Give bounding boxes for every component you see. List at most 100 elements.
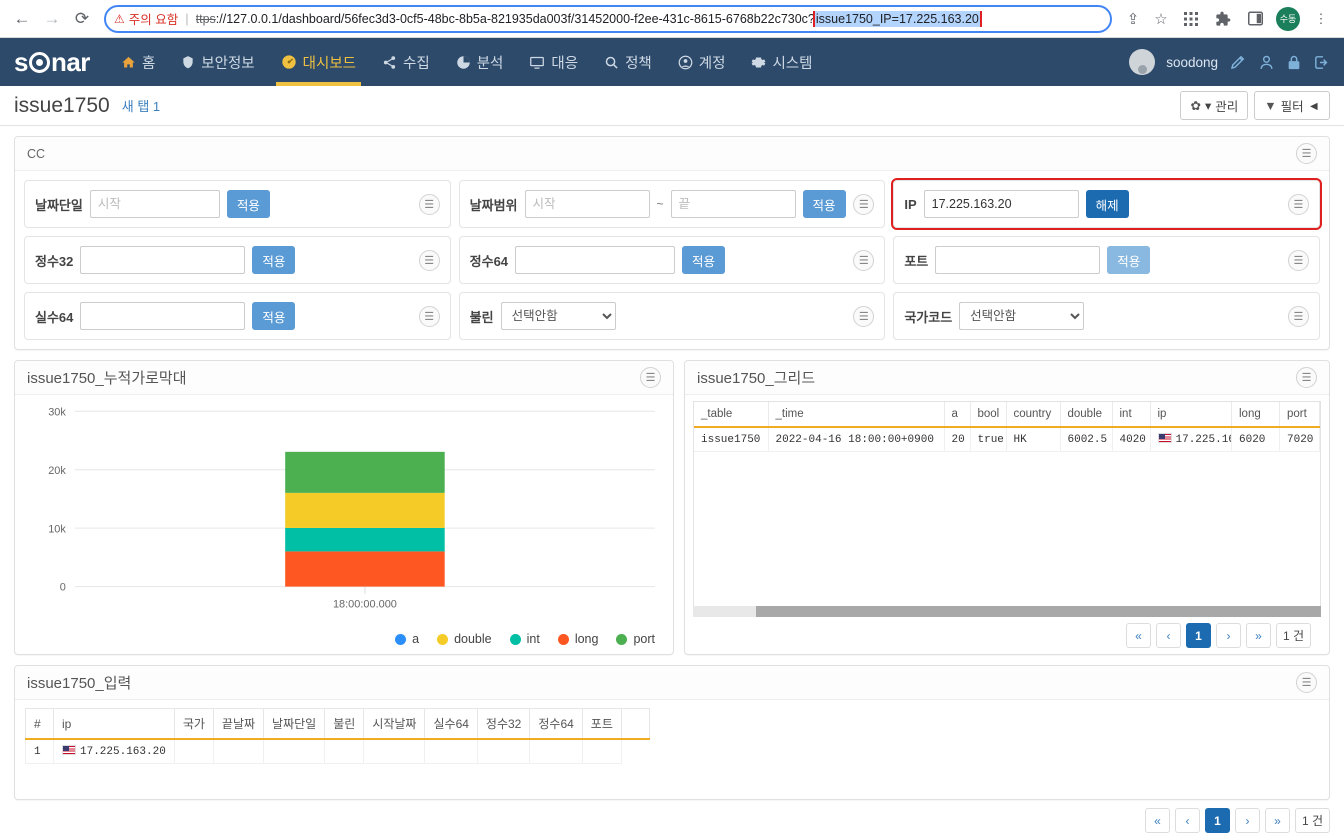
date-range-end-input[interactable] — [670, 190, 796, 218]
port-input[interactable] — [935, 246, 1101, 274]
column-header-불린[interactable]: 불린 — [324, 708, 365, 740]
int32-input[interactable] — [80, 246, 246, 274]
pager-last-button[interactable]: » — [1245, 623, 1271, 648]
column-header-long[interactable]: long — [1231, 402, 1280, 428]
nav-item-collection[interactable]: 수집 — [369, 38, 443, 86]
column-header-country[interactable]: country — [1006, 402, 1061, 428]
country-code-select[interactable]: 선택안함 — [959, 302, 1085, 330]
panel-menu-icon[interactable]: ☰ — [1296, 367, 1317, 388]
pager-next-button[interactable]: › — [1215, 623, 1241, 648]
manage-button[interactable]: ✿ ▾ 관리 — [1180, 91, 1249, 120]
nav-item-security-info[interactable]: 보안정보 — [168, 38, 267, 86]
float64-input[interactable] — [80, 302, 246, 330]
nav-item-system[interactable]: 시스템 — [738, 38, 825, 86]
nav-item-analysis[interactable]: 분석 — [443, 38, 517, 86]
column-header-bool[interactable]: bool — [970, 402, 1007, 428]
user-icon[interactable] — [1258, 54, 1275, 71]
column-header-#[interactable]: # — [25, 708, 54, 740]
column-header-ip[interactable]: ip — [53, 708, 175, 740]
bar-segment-double[interactable] — [285, 492, 445, 528]
pen-icon[interactable] — [1229, 53, 1247, 71]
legend-item-double[interactable]: double — [437, 632, 492, 646]
apps-grid-icon[interactable] — [1176, 4, 1206, 34]
dashboard-tab-1[interactable]: 새 탭 1 — [122, 96, 160, 115]
legend-item-long[interactable]: long — [557, 632, 598, 646]
column-header-정수32[interactable]: 정수32 — [476, 708, 531, 740]
cell-menu-icon[interactable]: ☰ — [1287, 193, 1309, 215]
ip-release-button[interactable]: 해제 — [1085, 190, 1129, 218]
column-header-double[interactable]: double — [1060, 402, 1113, 428]
pager-first-button[interactable]: « — [1125, 623, 1151, 648]
legend-item-port[interactable]: port — [616, 632, 655, 646]
cell-menu-icon[interactable]: ☰ — [1287, 305, 1309, 327]
panel-menu-icon[interactable]: ☰ — [1296, 143, 1317, 164]
url-text[interactable]: ttps://127.0.0.1/dashboard/56fec3d3-0cf5… — [196, 10, 1102, 27]
grid-scroll-area[interactable]: _table _time a bool country double int ip long po… — [693, 401, 1321, 606]
column-header-실수64[interactable]: 실수64 — [424, 708, 478, 740]
pager-page-1[interactable]: 1 — [1185, 623, 1211, 648]
avatar[interactable] — [1129, 49, 1156, 75]
column-header-ip[interactable]: ip — [1150, 402, 1232, 428]
extensions-puzzle-icon[interactable] — [1208, 4, 1238, 34]
nav-item-policy[interactable]: 정책 — [591, 38, 665, 86]
security-warning-text[interactable]: 주의 요함 — [129, 9, 178, 28]
share-icon[interactable]: ⇪ — [1120, 6, 1146, 32]
forward-icon[interactable]: → — [38, 5, 66, 33]
pager-page-1[interactable]: 1 — [1204, 808, 1230, 833]
legend-item-a[interactable]: a — [395, 632, 419, 646]
column-header-시작날짜[interactable]: 시작날짜 — [363, 708, 426, 740]
date-range-start-input[interactable] — [524, 190, 650, 218]
float64-apply-button[interactable]: 적용 — [252, 302, 296, 330]
bar-segment-long[interactable] — [285, 551, 445, 587]
cell-menu-icon[interactable]: ☰ — [1287, 249, 1309, 271]
back-icon[interactable]: ← — [8, 5, 36, 33]
pager-first-button[interactable]: « — [1144, 808, 1170, 833]
table-row[interactable]: issue1750 2022-04-16 18:00:00+0900 20 true H… — [694, 427, 1320, 452]
nav-item-home[interactable]: 홈 — [108, 38, 168, 86]
column-header-a[interactable]: a — [944, 402, 971, 428]
bar-segment-port[interactable] — [285, 451, 445, 493]
column-header-날짜단일[interactable]: 날짜단일 — [263, 708, 326, 740]
address-bar[interactable]: ⚠ 주의 요함 | ttps://127.0.0.1/dashboard/56f… — [104, 4, 1112, 33]
column-header-time[interactable]: _time — [768, 402, 945, 428]
int64-input[interactable] — [515, 246, 676, 274]
panel-menu-icon[interactable]: ☰ — [640, 367, 661, 388]
boolean-select[interactable]: 선택안함 — [500, 302, 616, 330]
panel-menu-icon[interactable]: ☰ — [1296, 672, 1317, 693]
pager-next-button[interactable]: › — [1234, 808, 1260, 833]
column-header-table[interactable]: _table — [694, 402, 769, 428]
grid-horizontal-scrollbar[interactable] — [693, 606, 1321, 617]
browser-menu-icon[interactable]: ⋮ — [1306, 4, 1336, 34]
nav-item-dashboard[interactable]: 대시보드 — [268, 38, 369, 86]
table-row[interactable]: 1 17.225.163.20 — [25, 738, 650, 764]
pager-last-button[interactable]: » — [1264, 808, 1290, 833]
sonar-logo[interactable]: s nar — [14, 47, 90, 78]
ip-input[interactable] — [923, 190, 1079, 218]
int32-apply-button[interactable]: 적용 — [252, 246, 296, 274]
lock-icon[interactable] — [1286, 54, 1302, 71]
column-header-정수64[interactable]: 정수64 — [529, 708, 583, 740]
date-range-apply-button[interactable]: 적용 — [802, 190, 846, 218]
nav-item-account[interactable]: 계정 — [665, 38, 739, 86]
date-single-input[interactable] — [89, 190, 220, 218]
logout-icon[interactable] — [1313, 54, 1330, 71]
cell-menu-icon[interactable]: ☰ — [418, 249, 440, 271]
bookmark-star-icon[interactable]: ☆ — [1148, 6, 1174, 32]
column-header-포트[interactable]: 포트 — [581, 708, 622, 740]
pager-prev-button[interactable]: ‹ — [1155, 623, 1181, 648]
reload-icon[interactable]: ⟳ — [68, 5, 96, 33]
stacked-bar-chart[interactable]: 0 10k 20k 30k 18:00:00.000 — [25, 403, 663, 626]
legend-item-int[interactable]: int — [509, 632, 540, 646]
cell-menu-icon[interactable]: ☰ — [853, 193, 875, 215]
cell-menu-icon[interactable]: ☰ — [418, 193, 440, 215]
browser-sidebar-icon[interactable] — [1240, 4, 1270, 34]
column-header-국가[interactable]: 국가 — [173, 708, 214, 740]
port-apply-button[interactable]: 적용 — [1107, 246, 1151, 274]
cell-menu-icon[interactable]: ☰ — [853, 249, 875, 271]
column-header-int[interactable]: int — [1112, 402, 1151, 428]
browser-profile-avatar[interactable]: 수동 — [1276, 6, 1300, 31]
filter-toggle-button[interactable]: ▼ 필터 ◄ — [1254, 91, 1330, 120]
nav-item-response[interactable]: 대응 — [516, 38, 591, 86]
pager-prev-button[interactable]: ‹ — [1174, 808, 1200, 833]
cell-menu-icon[interactable]: ☰ — [418, 305, 440, 327]
